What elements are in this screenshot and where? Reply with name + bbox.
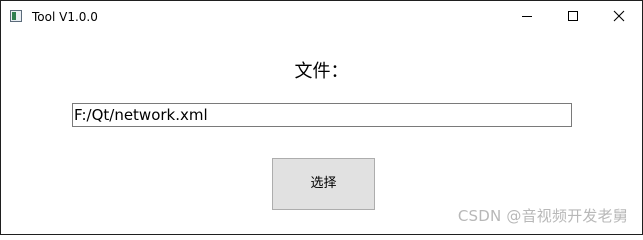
maximize-button[interactable] <box>550 1 596 32</box>
watermark: CSDN @音视频开发老舅 <box>457 207 628 225</box>
file-label: 文件： <box>294 61 349 82</box>
choose-button[interactable]: 选择 <box>272 158 375 210</box>
app-icon <box>10 10 22 22</box>
maximize-icon <box>568 11 578 21</box>
close-icon <box>613 10 625 22</box>
window-title: Tool V1.0.0 <box>32 10 98 24</box>
minimize-button[interactable] <box>504 1 550 32</box>
title-bar[interactable]: Tool V1.0.0 <box>1 1 642 32</box>
app-window: Tool V1.0.0 文件： 选择 CSDN @音视频开发老舅 <box>0 0 643 235</box>
minimize-icon <box>522 16 532 17</box>
close-button[interactable] <box>596 1 642 32</box>
file-path-input[interactable] <box>72 103 572 127</box>
